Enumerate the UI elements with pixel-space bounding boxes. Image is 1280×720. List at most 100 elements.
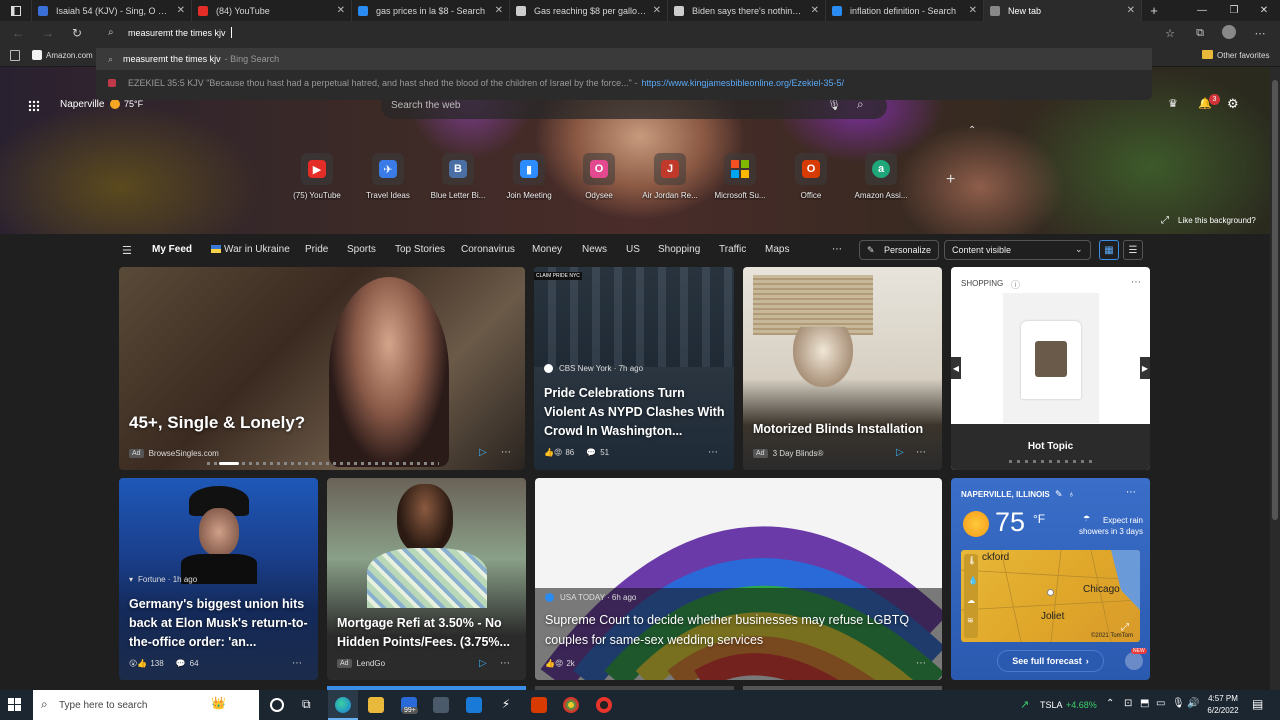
refresh-icon[interactable]: ↻ <box>69 25 85 41</box>
settings-gear-icon[interactable]: ⚙ <box>1227 96 1239 112</box>
rewards-icon[interactable]: ♛ <box>1168 97 1178 110</box>
shortcut-microsoft-support[interactable]: Microsoft Su... <box>707 153 773 200</box>
nav-sports[interactable]: Sports <box>347 244 376 255</box>
close-tab-icon[interactable]: ✕ <box>969 5 977 16</box>
taskbar-edge-active[interactable] <box>328 690 358 720</box>
list-view-icon[interactable]: ☰ <box>1123 240 1143 260</box>
card-elon-musk[interactable]: ▾ Fortune · 1h ago Germany's biggest uni… <box>119 478 318 680</box>
clock[interactable]: 4:57 PM 6/2/2022 <box>1203 693 1243 717</box>
office-icon[interactable] <box>531 697 547 713</box>
app-launcher-icon[interactable] <box>28 99 40 112</box>
nav-maps[interactable]: Maps <box>765 244 789 255</box>
more-options-icon[interactable]: ⋯ <box>1131 277 1141 288</box>
content-visible-dropdown[interactable]: Content visible ⌄ <box>944 240 1091 260</box>
shortcut-amazon-assistant[interactable]: a Amazon Assi... <box>848 153 914 200</box>
lightning-app-icon[interactable]: ⚡ <box>498 697 514 713</box>
carousel-dots[interactable] <box>207 462 439 465</box>
card-motorized-blinds[interactable]: Motorized Blinds Installation Ad 3 Day B… <box>743 267 942 470</box>
card-supreme-court[interactable]: USA TODAY · 6h ago Supreme Court to deci… <box>535 478 942 680</box>
tray-icon[interactable]: ⊡ <box>1124 698 1132 709</box>
expand-map-icon[interactable]: ⤢ <box>1121 622 1129 633</box>
collapse-chevron-icon[interactable]: ⌃ <box>968 125 976 136</box>
address-input[interactable]: measuremt the times kjv <box>128 28 226 38</box>
nav-us[interactable]: US <box>626 244 640 255</box>
address-bar[interactable]: ⌕ measuremt the times kjv <box>96 21 1152 45</box>
cortana-icon[interactable] <box>270 698 284 712</box>
tab-gas-prices-search[interactable]: gas prices in la $8 - Search ✕ <box>352 0 510 21</box>
task-view-icon[interactable]: ⧉ <box>302 697 311 712</box>
nav-shopping[interactable]: Shopping <box>658 244 700 255</box>
precipitation-layer-icon[interactable]: 💧 <box>968 576 978 585</box>
favorite-amazon[interactable]: Amazon.com <box>46 51 93 60</box>
tab-isaiah[interactable]: Isaiah 54 (KJV) - Sing, O barren, ✕ <box>32 0 192 21</box>
nav-traffic[interactable]: Traffic <box>719 244 746 255</box>
see-full-forecast-button[interactable]: See full forecast › <box>998 651 1103 671</box>
hamburger-menu-icon[interactable]: ☰ <box>122 244 132 257</box>
more-options-icon[interactable]: ⋯ <box>708 447 718 458</box>
nav-coronavirus[interactable]: Coronavirus <box>461 244 515 255</box>
wind-layer-icon[interactable]: ≋ <box>967 616 974 625</box>
windows-start-icon[interactable] <box>8 698 22 717</box>
close-tab-icon[interactable]: ✕ <box>177 5 185 16</box>
shortcut-travel-ideas[interactable]: ✈ Travel Ideas <box>355 153 421 200</box>
tab-gas-reaching[interactable]: Gas reaching $8 per gallon in so ✕ <box>510 0 668 21</box>
recorder-icon[interactable] <box>596 697 612 713</box>
file-explorer-icon[interactable] <box>368 697 384 713</box>
nav-war-in-ukraine[interactable]: War in Ukraine <box>224 244 290 255</box>
tab-inflation-search[interactable]: inflation definition - Search ✕ <box>826 0 984 21</box>
more-options-icon[interactable]: ⋯ <box>501 447 511 458</box>
more-options-icon[interactable]: ⋯ <box>292 658 302 669</box>
stock-ticker[interactable]: TSLA <box>1040 700 1063 710</box>
minimize-icon[interactable]: — <box>1186 0 1218 21</box>
shortcut-youtube[interactable]: ▶ (75) YouTube <box>284 153 350 200</box>
card-weather[interactable]: NAPERVILLE, ILLINOIS ✎ ♁ ⋯ 75 °F ☂ Expec… <box>951 478 1150 680</box>
expand-icon[interactable]: ⤢ <box>1161 215 1169 226</box>
web-search-input[interactable]: Search the web <box>391 100 461 111</box>
temperature-layer-icon[interactable]: 🌡 <box>967 556 977 565</box>
nav-news[interactable]: News <box>582 244 607 255</box>
weather-unit[interactable]: °F <box>1033 512 1045 526</box>
previous-arrow-icon[interactable]: ◀ <box>951 357 961 379</box>
show-hidden-icons-chevron[interactable]: ⌃ <box>1106 698 1114 709</box>
shortcut-blue-letter-bible[interactable]: B Blue Letter Bi... <box>425 153 491 200</box>
close-tab-icon[interactable]: ✕ <box>1127 5 1135 16</box>
shortcut-join-meeting[interactable]: ▮ Join Meeting <box>496 153 562 200</box>
card-pride-nypd[interactable]: CLAIM PRIDE NYC CBS New York · 7h ago Pr… <box>534 267 734 470</box>
adchoices-icon[interactable]: ▷ <box>896 447 904 458</box>
map-layer-controls[interactable]: 🌡 💧 ☁ ≋ <box>964 554 978 638</box>
grid-view-icon[interactable]: ▦ <box>1099 240 1119 260</box>
tab-youtube[interactable]: (84) YouTube ✕ <box>192 0 352 21</box>
edit-location-icon[interactable]: ✎ <box>1055 489 1063 500</box>
more-options-icon[interactable]: ⋯ <box>916 658 926 669</box>
cloud-layer-icon[interactable]: ☁ <box>967 596 975 605</box>
weather-location[interactable]: Naperville <box>60 99 104 110</box>
close-tab-icon[interactable]: ✕ <box>653 5 661 16</box>
calculator-icon[interactable] <box>433 697 449 713</box>
close-window-icon[interactable]: ✕ <box>1248 0 1280 21</box>
network-icon[interactable]: ▭ <box>1156 698 1165 709</box>
restore-icon[interactable]: ❐ <box>1218 0 1250 21</box>
scrollbar-thumb[interactable] <box>1272 80 1278 520</box>
microphone-icon[interactable]: 🎙 <box>1172 698 1185 709</box>
window-menu-icon[interactable] <box>0 0 32 21</box>
favorite-star-icon[interactable]: ☆ <box>1162 25 1178 41</box>
card-ad-singles[interactable]: 45+, Single & Lonely? Ad BrowseSingles.c… <box>119 267 525 470</box>
close-tab-icon[interactable]: ✕ <box>337 5 345 16</box>
collections-icon[interactable]: ⧉ <box>1192 25 1208 41</box>
close-tab-icon[interactable]: ✕ <box>811 5 819 16</box>
nav-pride[interactable]: Pride <box>305 244 328 255</box>
tab-new-tab[interactable]: New tab ✕ <box>984 0 1142 21</box>
suggestion-ezekiel[interactable]: EZEKIEL 35:5 KJV "Because thou hast had … <box>96 72 1152 94</box>
weather-map[interactable]: 🌡 💧 ☁ ≋ ckford Chicago Joliet ©2021 TomT… <box>961 550 1140 642</box>
more-options-icon[interactable]: ⋯ <box>1126 487 1136 498</box>
product-title[interactable]: Hot Topic <box>951 441 1150 452</box>
personalize-button[interactable]: ✎ Personalize <box>859 240 939 260</box>
tab-biden[interactable]: Biden says there's nothing he ca ✕ <box>668 0 826 21</box>
nav-money[interactable]: Money <box>532 244 562 255</box>
nav-my-feed[interactable]: My Feed <box>152 244 192 255</box>
dropbox-tray-icon[interactable]: ⬒ <box>1140 698 1149 709</box>
notifications-icon[interactable]: ▤ <box>1252 697 1263 711</box>
shortcut-office[interactable]: O Office <box>778 153 844 200</box>
taskbar-search-box[interactable]: ⌕ Type here to search 👑 <box>33 690 259 720</box>
taskbar-search-input[interactable]: Type here to search <box>59 700 147 711</box>
